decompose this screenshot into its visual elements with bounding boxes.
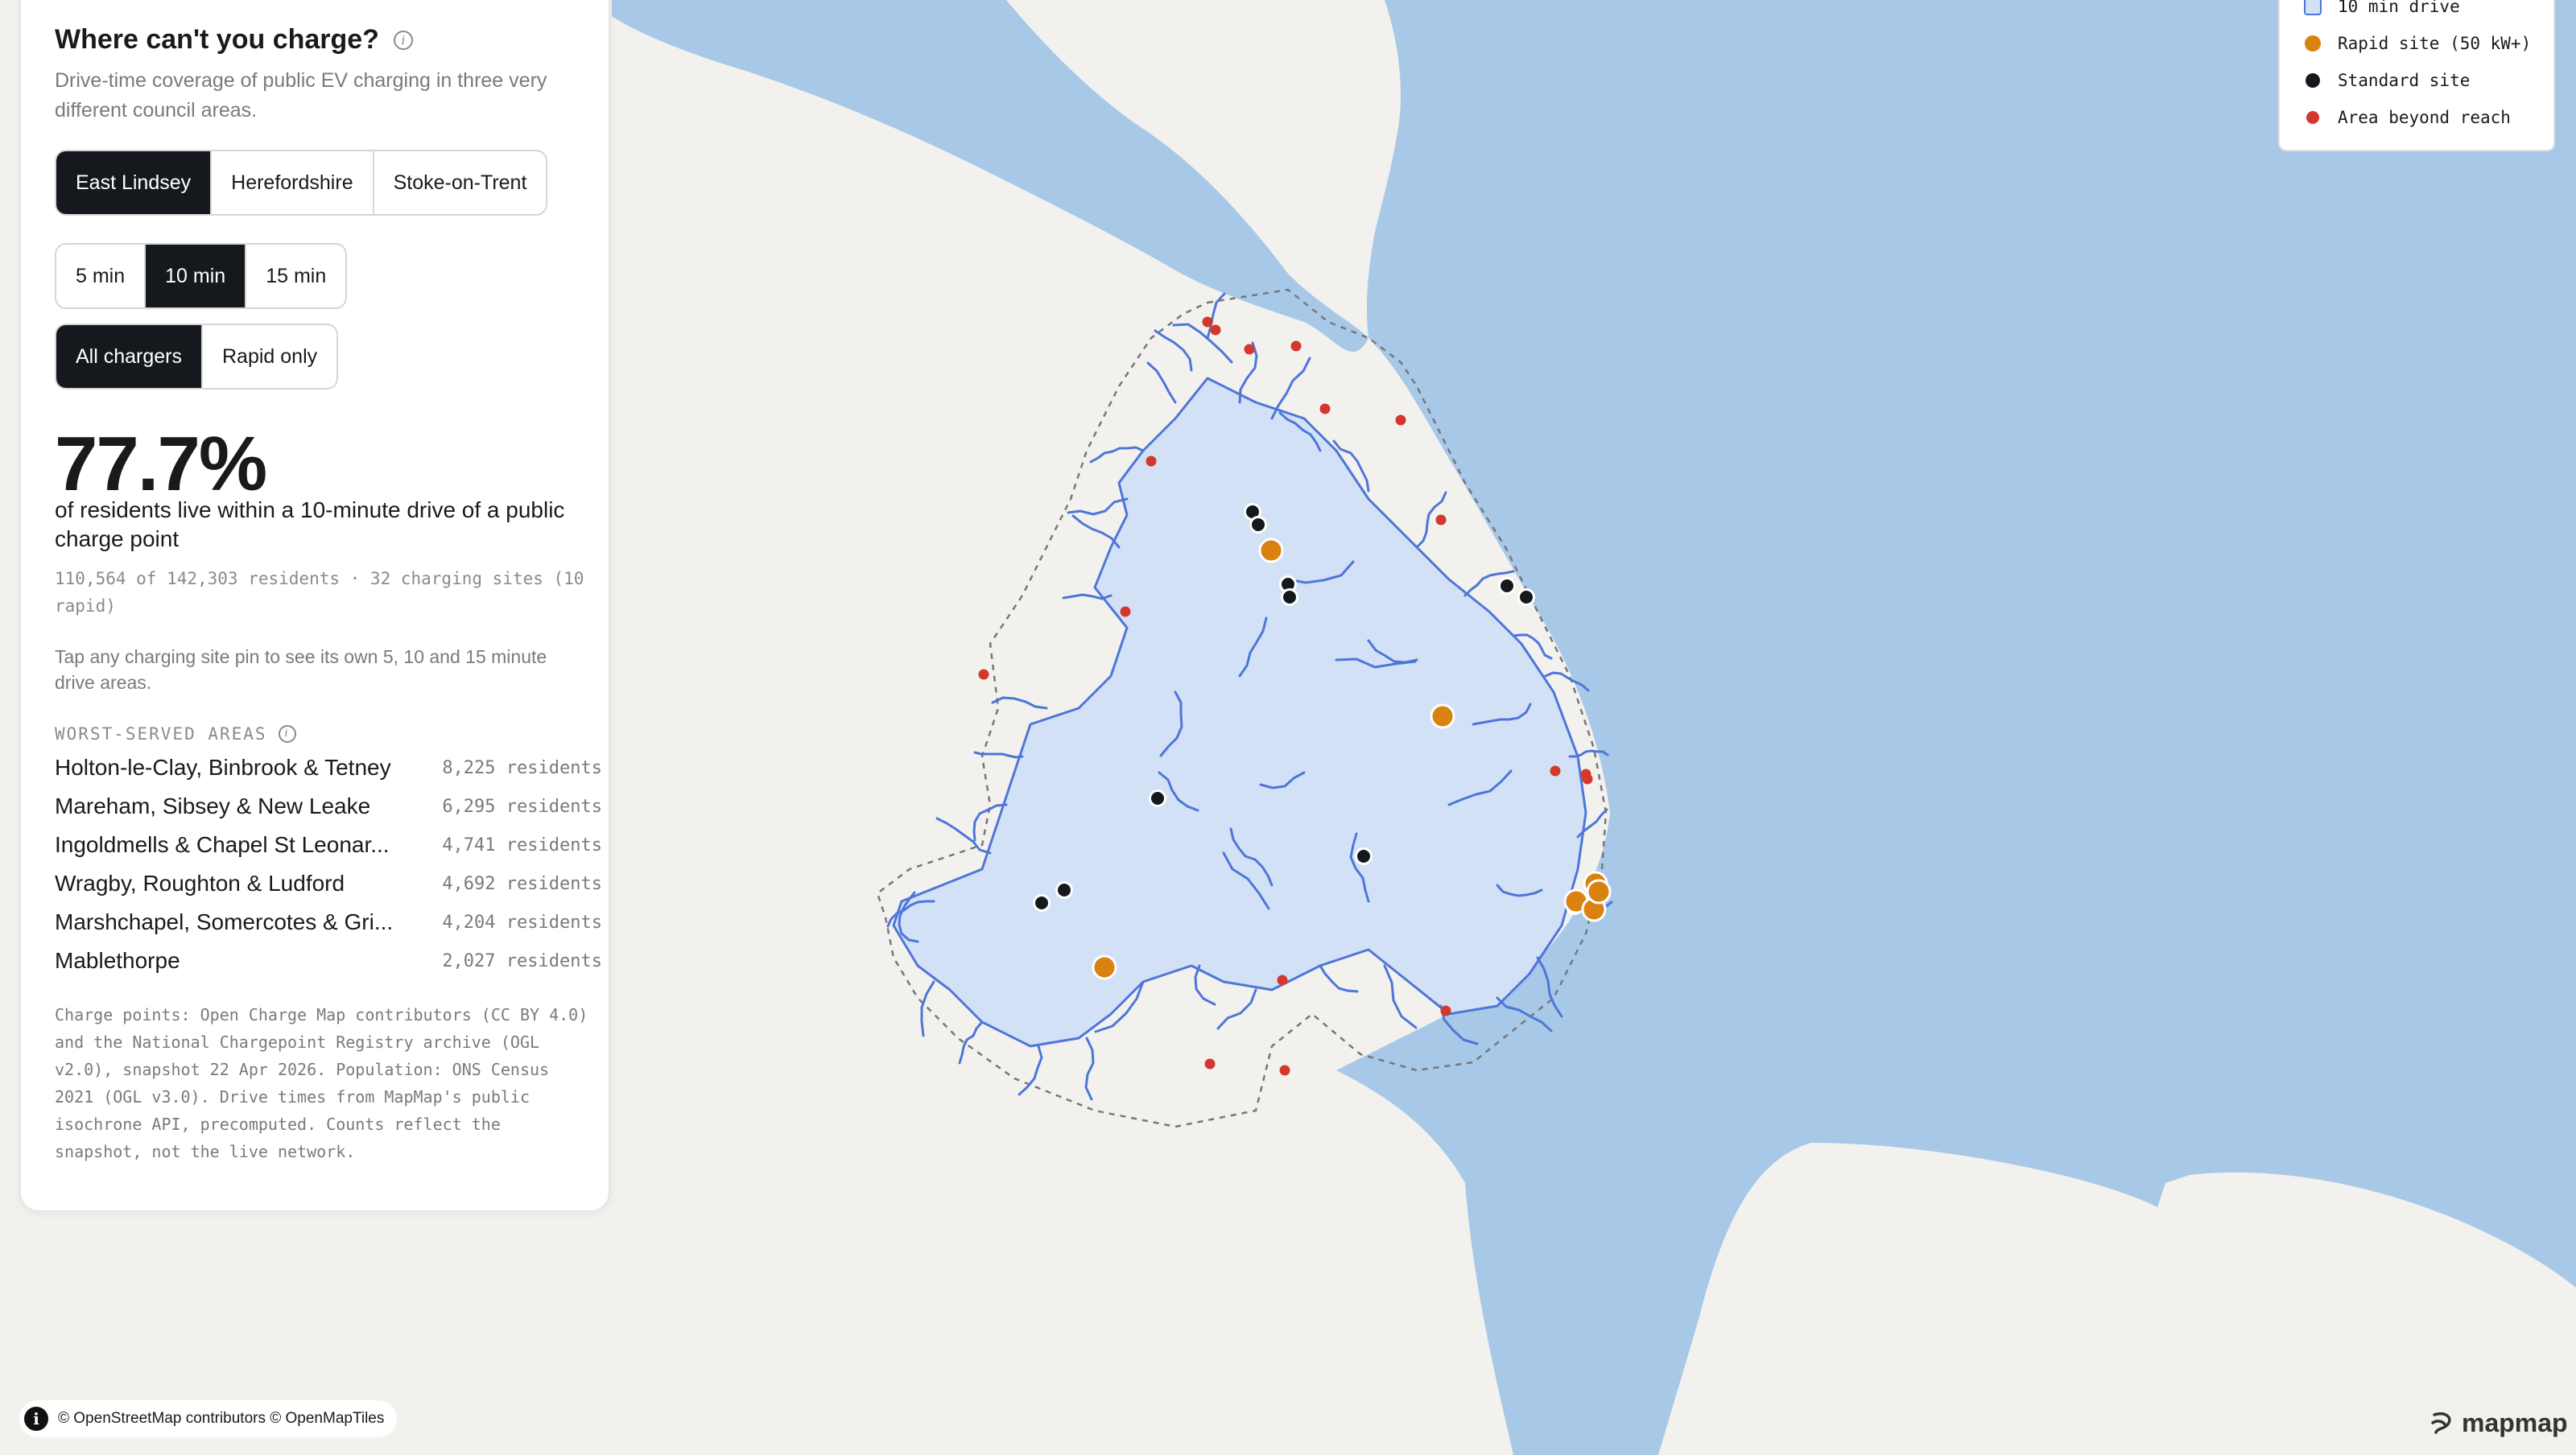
list-item[interactable]: Holton-le-Clay, Binbrook & Tetney 8,225 r… (55, 748, 602, 787)
area-residents: 6,295 residents (442, 796, 602, 817)
area-name: Mablethorpe (55, 948, 180, 973)
beyond-reach-dot (1582, 773, 1593, 785)
legend-label: 10 min drive (2338, 0, 2460, 16)
area-residents: 4,741 residents (442, 835, 602, 855)
legend-item: Standard site (2304, 71, 2470, 90)
standard-site-dot (1055, 881, 1073, 899)
beyond-reach-dot (1550, 765, 1561, 777)
standard-site-dot (1498, 577, 1516, 595)
dot-icon (2306, 73, 2320, 88)
legend-label: Rapid site (50 kW+) (2338, 34, 2532, 53)
rapid-site-dot (1092, 954, 1117, 980)
rapid-site-dot (1586, 879, 1612, 905)
area-name: Mareham, Sibsey & New Leake (55, 793, 371, 818)
info-icon[interactable]: i (393, 30, 413, 50)
beyond-reach-dot (978, 669, 989, 680)
standard-site-dot (1033, 894, 1051, 912)
standard-site-dot (1249, 516, 1267, 534)
charger-filter: All chargers Rapid only (55, 324, 339, 390)
rapid-site-dot (1430, 703, 1455, 729)
list-item[interactable]: Wragby, Roughton & Ludford 4,692 resident… (55, 864, 602, 903)
control-panel: Where can't you charge? i Drive-time cov… (19, 0, 610, 1212)
standard-site-dot (1517, 588, 1535, 606)
beyond-reach-dot (1277, 975, 1288, 986)
attribution-text: © OpenStreetMap contributors © OpenMapTi… (58, 1410, 385, 1427)
beyond-reach-dot (1279, 1065, 1290, 1076)
area-option-herefordshire[interactable]: Herefordshire (210, 151, 372, 214)
beyond-reach-dot (1210, 324, 1221, 336)
beyond-reach-dot (1204, 1058, 1216, 1070)
list-item[interactable]: Mablethorpe 2,027 residents (55, 942, 602, 980)
worst-served-heading: WORST-SERVED AREAS i (55, 724, 296, 744)
coverage-swatch-icon (2304, 0, 2322, 15)
duration-option-5-min[interactable]: 5 min (56, 245, 144, 307)
beyond-reach-dot (1319, 403, 1331, 414)
panel-title: Where can't you charge? (55, 24, 379, 55)
duration-option-15-min[interactable]: 15 min (245, 245, 345, 307)
area-residents: 8,225 residents (442, 757, 602, 778)
area-name: Holton-le-Clay, Binbrook & Tetney (55, 755, 391, 780)
area-name: Ingoldmells & Chapel St Leonar... (55, 832, 390, 857)
legend-item: Area beyond reach (2304, 108, 2511, 127)
beyond-reach-dot (1244, 344, 1255, 355)
area-option-stoke-on-trent[interactable]: Stoke-on-Trent (372, 151, 547, 214)
coverage-description: of residents live within a 10-minute dri… (55, 497, 565, 551)
standard-site-dot (1355, 847, 1373, 865)
info-icon[interactable]: i (278, 725, 296, 743)
beyond-reach-dot (1440, 1005, 1451, 1016)
beyond-reach-dot (1435, 514, 1447, 526)
worst-served-heading-text: WORST-SERVED AREAS (55, 724, 267, 744)
filter-option-all-chargers[interactable]: All chargers (56, 325, 201, 388)
map-attribution: i © OpenStreetMap contributors © OpenMap… (19, 1400, 398, 1437)
mapmap-logo-icon (2431, 1412, 2451, 1434)
list-item[interactable]: Marshchapel, Somercotes & Gri... 4,204 re… (55, 903, 602, 942)
info-circle-icon[interactable]: i (24, 1407, 48, 1431)
worst-served-list: Holton-le-Clay, Binbrook & Tetney 8,225 r… (55, 748, 602, 980)
beyond-reach-dot (1202, 316, 1213, 328)
standard-site-dot (1149, 789, 1166, 807)
area-residents: 4,692 residents (442, 873, 602, 894)
source-note: Charge points: Open Charge Map contribut… (55, 1005, 588, 1161)
title-row: Where can't you charge? i (55, 24, 413, 56)
legend-item: Rapid site (50 kW+) (2304, 34, 2531, 53)
legend-label: Area beyond reach (2338, 108, 2511, 127)
mapmap-logo: mapmap (2428, 1408, 2568, 1438)
logo-text: mapmap (2462, 1408, 2568, 1437)
map-legend: 10 min drive Rapid site (50 kW+) Standard … (2278, 0, 2555, 151)
area-residents: 4,204 residents (442, 912, 602, 933)
legend-label: Standard site (2338, 71, 2471, 90)
panel-subtitle: Drive-time coverage of public EV chargin… (55, 69, 547, 122)
area-name: Marshchapel, Somercotes & Gri... (55, 909, 394, 934)
beyond-reach-dot (1395, 414, 1406, 426)
dot-icon (2305, 35, 2321, 52)
dot-icon (2306, 111, 2319, 124)
beyond-reach-dot (1146, 455, 1157, 467)
area-residents: 2,027 residents (442, 950, 602, 971)
duration-selector: 5 min 10 min 15 min (55, 243, 348, 309)
area-selector: East Lindsey Herefordshire Stoke-on-Trent (55, 150, 548, 216)
list-item[interactable]: Ingoldmells & Chapel St Leonar... 4,741 r… (55, 826, 602, 864)
coverage-detail: 110,564 of 142,303 residents · 32 chargi… (55, 569, 584, 616)
beyond-reach-dot (1290, 340, 1302, 352)
standard-site-dot (1281, 588, 1298, 606)
filter-option-rapid-only[interactable]: Rapid only (201, 325, 336, 388)
rapid-site-dot (1258, 538, 1284, 563)
legend-item: 10 min drive (2304, 0, 2460, 16)
area-name: Wragby, Roughton & Ludford (55, 871, 345, 896)
beyond-reach-dot (1120, 606, 1131, 617)
tap-note: Tap any charging site pin to see its own… (55, 646, 547, 693)
duration-option-10-min[interactable]: 10 min (144, 245, 246, 307)
list-item[interactable]: Mareham, Sibsey & New Leake 6,295 residen… (55, 787, 602, 826)
area-option-east-lindsey[interactable]: East Lindsey (56, 151, 211, 214)
